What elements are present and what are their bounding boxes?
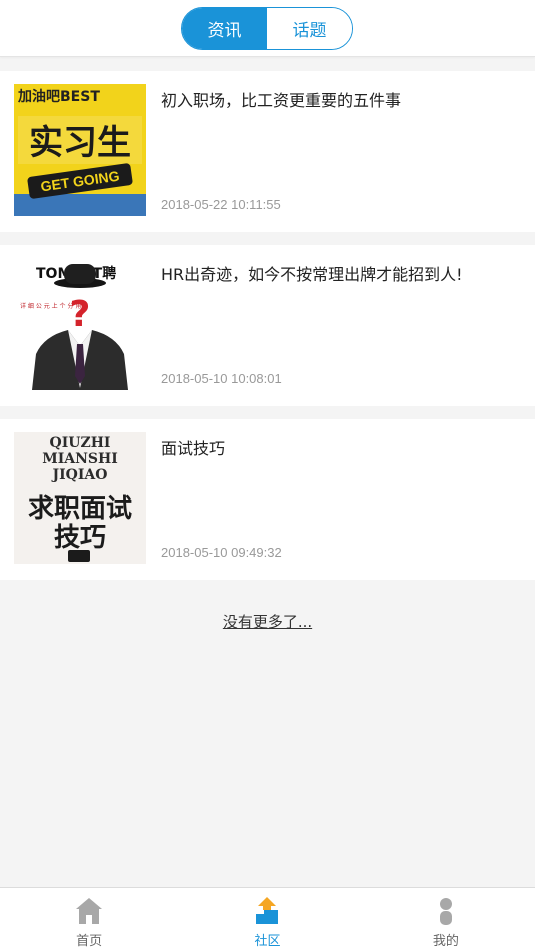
segment-control: 资讯 话题	[181, 7, 353, 50]
home-icon	[76, 898, 103, 924]
tabbar-item-community[interactable]: 社区	[178, 888, 356, 951]
community-icon	[256, 897, 279, 924]
svg-text:加油吧BEST: 加油吧BEST	[17, 88, 100, 105]
tab-topics[interactable]: 话题	[267, 8, 352, 49]
bottom-tabbar: 首页 社区 我的	[0, 887, 535, 951]
svg-text:求职面试: 求职面试	[28, 494, 132, 524]
article-title: 面试技巧	[161, 439, 226, 458]
article-time: 2018-05-10 10:08:01	[161, 371, 282, 386]
tabbar-item-home[interactable]: 首页	[0, 888, 178, 951]
profile-icon	[439, 898, 452, 925]
svg-text:实习生: 实习生	[29, 123, 131, 163]
no-more-label[interactable]: 没有更多了...	[0, 611, 535, 632]
svg-text:?: ?	[70, 294, 91, 335]
article-thumbnail: QIUZHI MIANSHI JIQIAO 求职面试 技巧	[14, 432, 146, 564]
article-thumbnail: TOMENT聘 详 细 公 元 上 个 分 角 ?	[14, 258, 146, 390]
svg-text:技巧: 技巧	[54, 523, 106, 553]
article-title: HR出奇迹，如今不按常理出牌才能招到人!	[161, 265, 463, 284]
svg-text:MIANSHI: MIANSHI	[42, 451, 118, 467]
article-item[interactable]: 加油吧BEST 实习生 GET GOING 初入职场，比工资更重要的五件事 20…	[0, 71, 535, 232]
article-item[interactable]: TOMENT聘 详 细 公 元 上 个 分 角 ? HR出奇迹，如今不按常理出牌…	[0, 245, 535, 406]
tabbar-item-profile[interactable]: 我的	[357, 888, 535, 951]
article-time: 2018-05-10 09:49:32	[161, 545, 282, 560]
header: 资讯 话题	[0, 0, 535, 57]
svg-text:QIUZHI: QIUZHI	[50, 435, 111, 451]
article-thumbnail: 加油吧BEST 实习生 GET GOING	[14, 84, 146, 216]
tabbar-label: 我的	[432, 934, 459, 949]
svg-text:JIQIAO: JIQIAO	[51, 467, 108, 483]
article-list: 加油吧BEST 实习生 GET GOING 初入职场，比工资更重要的五件事 20…	[0, 71, 535, 593]
article-title: 初入职场，比工资更重要的五件事	[161, 91, 402, 110]
tabbar-label: 社区	[254, 934, 281, 949]
article-item[interactable]: QIUZHI MIANSHI JIQIAO 求职面试 技巧 面试技巧 2018-…	[0, 419, 535, 580]
tabbar-label: 首页	[76, 934, 103, 949]
article-time: 2018-05-22 10:11:55	[161, 197, 281, 212]
tab-news[interactable]: 资讯	[182, 8, 267, 49]
